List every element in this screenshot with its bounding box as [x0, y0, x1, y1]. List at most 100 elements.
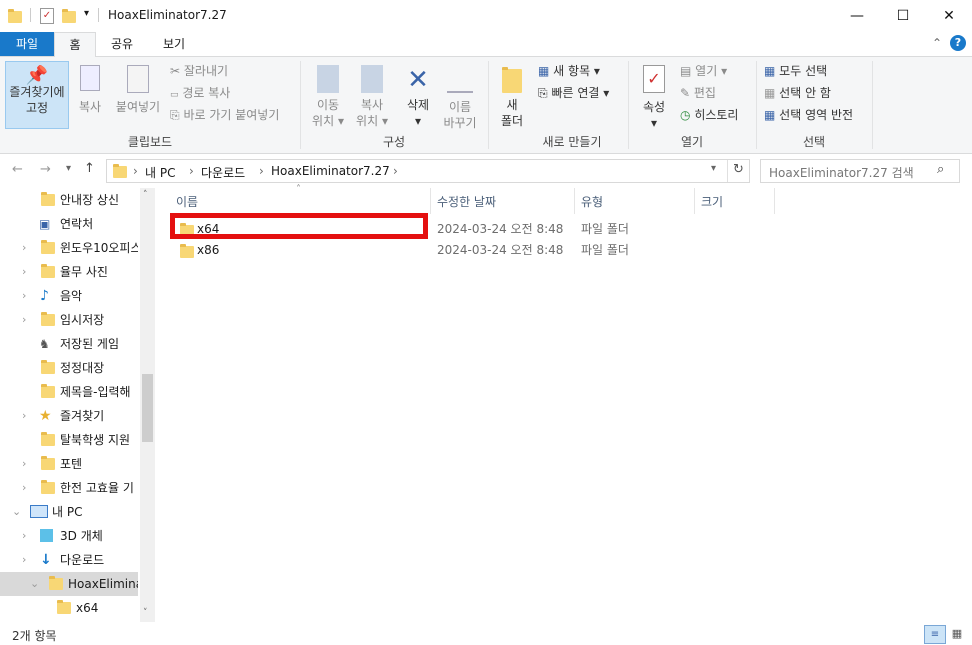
nav-item[interactable]: › 포텐	[0, 452, 138, 476]
chevron-right-icon[interactable]: ›	[22, 260, 26, 284]
select-none-icon: ▦	[764, 86, 776, 100]
up-arrow-icon[interactable]: ↑	[84, 161, 95, 176]
scroll-down-icon[interactable]: ˅	[143, 608, 148, 618]
maximize-button[interactable]: ☐	[880, 0, 926, 32]
chevron-right-icon[interactable]: ›	[22, 452, 26, 476]
minimize-button[interactable]: —	[834, 0, 880, 32]
scroll-up-icon[interactable]: ˄	[143, 190, 148, 200]
folder-icon	[41, 192, 55, 206]
new-item-label: 새 항목	[553, 64, 591, 78]
rename-label: 이름	[448, 100, 472, 114]
nav-item[interactable]: ▣ 연락처	[0, 212, 138, 236]
delete-button[interactable]: ✕ 삭제 ▾	[398, 65, 438, 129]
search-input[interactable]: HoaxEliminator7.27 검색 ⌕	[760, 159, 960, 183]
edit-button[interactable]: ✎ 편집	[680, 85, 716, 101]
breadcrumb-downloads[interactable]: 다운로드	[201, 164, 245, 181]
recent-locations-icon[interactable]: ▾	[66, 163, 71, 174]
scrollbar-thumb[interactable]	[142, 374, 153, 442]
move-to-button[interactable]: 이동 위치 ▾	[306, 65, 350, 129]
close-button[interactable]: ✕	[926, 0, 972, 32]
nav-item[interactable]: › 3D 개체	[0, 524, 138, 548]
new-item-button[interactable]: ▦ 새 항목 ▾	[538, 63, 600, 79]
back-arrow-icon[interactable]: ←	[12, 162, 23, 177]
breadcrumb-current[interactable]: HoaxEliminator7.27	[271, 164, 390, 178]
file-row[interactable]: x86 2024-03-24 오전 8:48 파일 폴더	[170, 240, 950, 261]
item-count: 2개 항목	[12, 629, 57, 643]
chevron-down-icon[interactable]: ⌄	[30, 572, 39, 596]
large-icons-view-icon[interactable]: ▦	[948, 625, 966, 642]
cut-button[interactable]: ✂ 잘라내기	[170, 63, 228, 79]
open-button[interactable]: ▤ 열기 ▾	[680, 63, 727, 79]
nav-item[interactable]: › 임시저장	[0, 308, 138, 332]
chevron-right-icon[interactable]: ›	[22, 284, 26, 308]
file-date: 2024-03-24 오전 8:48	[437, 243, 564, 257]
column-divider[interactable]	[430, 188, 431, 214]
pin-label: 즐겨찾기에	[9, 85, 65, 99]
column-divider[interactable]	[774, 188, 775, 214]
column-divider[interactable]	[694, 188, 695, 214]
copy-to-icon	[361, 65, 383, 93]
tab-file[interactable]: 파일	[0, 32, 54, 56]
chevron-down-icon[interactable]: ⌄	[12, 500, 21, 524]
forward-arrow-icon[interactable]: →	[40, 162, 51, 177]
nav-item[interactable]: › ↓ 다운로드	[0, 548, 138, 572]
delete-label: 삭제	[406, 98, 430, 112]
column-divider[interactable]	[574, 188, 575, 214]
nav-item[interactable]: › ♪ 음악	[0, 284, 138, 308]
help-icon[interactable]: ?	[950, 35, 966, 51]
nav-item[interactable]: 정정대장	[0, 356, 138, 380]
copy-to-button[interactable]: 복사 위치 ▾	[350, 65, 394, 129]
properties-button[interactable]: ✓ 속성 ▾	[634, 65, 674, 131]
nav-item[interactable]: 안내장 상신	[0, 188, 138, 212]
paste-button[interactable]: 붙여넣기	[112, 65, 164, 115]
copy-path-button[interactable]: ▭ 경로 복사	[170, 85, 230, 103]
quick-access-dropdown-icon[interactable]: ▾	[84, 8, 89, 19]
nav-item[interactable]: › 율무 사진	[0, 260, 138, 284]
copy-to-label: 복사	[360, 98, 384, 112]
nav-item[interactable]: › 윈도우10오피스	[0, 236, 138, 260]
column-header-type[interactable]: 유형	[581, 191, 603, 213]
breadcrumb-separator: ›	[189, 164, 194, 178]
nav-item[interactable]: x64	[0, 596, 138, 620]
history-icon: ◷	[680, 108, 691, 122]
refresh-icon[interactable]: ↻	[733, 162, 744, 177]
tab-home[interactable]: 홈	[54, 32, 96, 58]
nav-item[interactable]: › 한전 고효율 기	[0, 476, 138, 500]
column-header-name[interactable]: 이름	[176, 191, 198, 213]
pin-to-quick-access-button[interactable]: 📌 즐겨찾기에 고정	[5, 61, 69, 129]
nav-item[interactable]: 탈북학생 지원	[0, 428, 138, 452]
chevron-right-icon[interactable]: ›	[22, 476, 26, 500]
nav-item-selected[interactable]: ⌄ HoaxEliminator7.27	[0, 572, 138, 596]
new-folder-button[interactable]: 새 폴더	[494, 65, 530, 129]
select-all-button[interactable]: ▦ 모두 선택	[764, 63, 827, 79]
copy-button[interactable]: 복사	[72, 65, 108, 115]
invert-selection-button[interactable]: ▦ 선택 영역 반전	[764, 107, 853, 123]
address-bar[interactable]: › 내 PC › 다운로드 › HoaxEliminator7.27 › ▾ ↻	[106, 159, 750, 183]
tab-view[interactable]: 보기	[152, 32, 196, 56]
select-none-button[interactable]: ▦ 선택 안 함	[764, 85, 831, 101]
chevron-right-icon[interactable]: ›	[22, 524, 26, 548]
properties-icon[interactable]: ✓	[40, 8, 54, 24]
nav-item[interactable]: ♞ 저장된 게임	[0, 332, 138, 356]
details-view-icon[interactable]: ≡	[924, 625, 946, 644]
breadcrumb-my-pc[interactable]: 내 PC	[145, 164, 175, 181]
rename-button[interactable]: 이름 바꾸기	[440, 65, 480, 131]
sort-ascending-icon: ˄	[296, 184, 301, 195]
select-all-icon: ▦	[764, 64, 776, 78]
paste-shortcut-button[interactable]: ⎘ 바로 가기 붙여넣기	[170, 107, 279, 123]
nav-item[interactable]: ⌄ 내 PC	[0, 500, 138, 524]
column-header-date[interactable]: 수정한 날짜	[437, 191, 496, 213]
address-dropdown-icon[interactable]: ▾	[711, 163, 716, 174]
column-header-size[interactable]: 크기	[701, 191, 723, 213]
collapse-ribbon-icon[interactable]: ⌃	[932, 36, 942, 50]
nav-item[interactable]: › ★ 즐겨찾기	[0, 404, 138, 428]
pin-icon: 📌	[25, 65, 49, 86]
chevron-right-icon[interactable]: ›	[22, 404, 26, 428]
chevron-right-icon[interactable]: ›	[22, 236, 26, 260]
tab-share[interactable]: 공유	[100, 32, 144, 56]
history-button[interactable]: ◷ 히스토리	[680, 107, 738, 123]
chevron-right-icon[interactable]: ›	[22, 548, 26, 572]
easy-access-button[interactable]: ⎘ 빠른 연결 ▾	[538, 85, 609, 101]
nav-item[interactable]: 제목을-입력해	[0, 380, 138, 404]
chevron-right-icon[interactable]: ›	[22, 308, 26, 332]
